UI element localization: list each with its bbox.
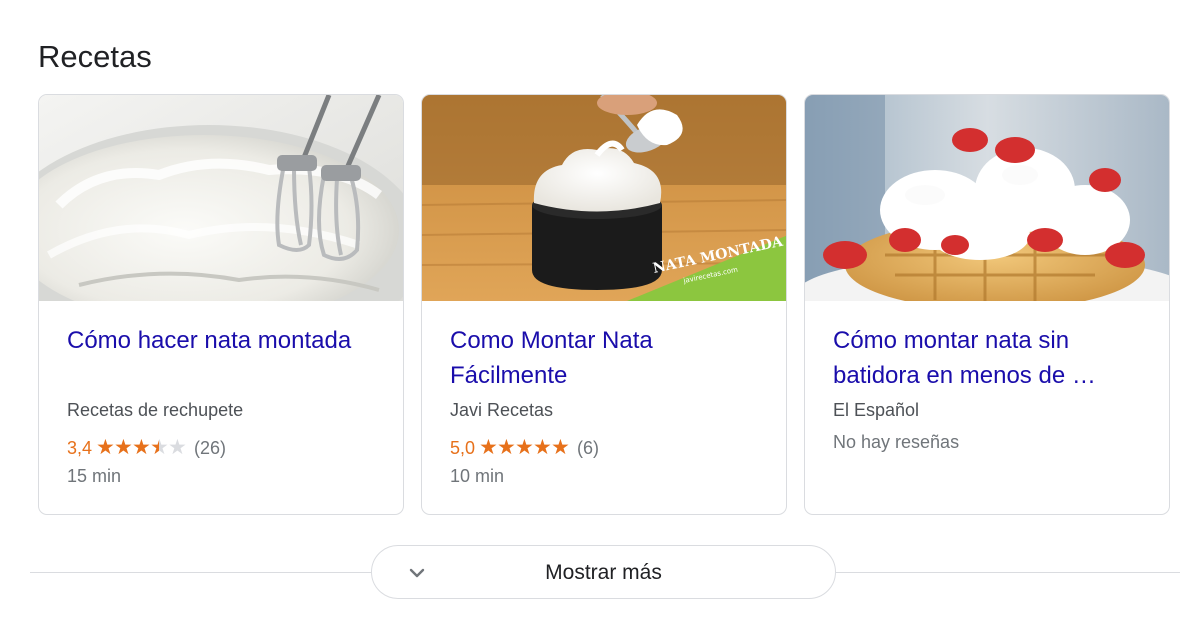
empty-star-icon: ★ <box>168 436 187 459</box>
review-count: (6) <box>577 438 600 458</box>
divider-left <box>30 572 372 573</box>
recipe-card-3[interactable]: Cómo montar nata sin batidora en menos d… <box>804 94 1170 515</box>
recipe-title-1[interactable]: Cómo hacer nata montada <box>67 323 385 358</box>
recipe-image-3[interactable] <box>805 95 1169 301</box>
no-reviews-label: No hay reseñas <box>833 432 960 452</box>
review-count: (26) <box>194 438 227 458</box>
recipe-rating-2: 5,0 ★ ★ ★ ★ ★ (6) <box>450 436 599 460</box>
section-title: Recetas <box>38 39 152 74</box>
recipe-source-1: Recetas de rechupete <box>67 400 244 420</box>
show-more-button[interactable]: Mostrar más <box>371 545 836 599</box>
recipe-image-1[interactable] <box>39 95 403 301</box>
divider-right <box>836 572 1180 573</box>
star-icon: ★ <box>132 436 151 459</box>
recipe-card-1[interactable]: Cómo hacer nata montada Recetas de rechu… <box>38 94 404 515</box>
star-icon: ★ <box>497 436 516 459</box>
recipe-source-2: Javi Recetas <box>450 400 554 420</box>
recipe-source-3: El Español <box>833 400 920 420</box>
recipe-card-2[interactable]: NATA MONTADA javirecetas.com Como Montar… <box>421 94 787 515</box>
star-rating: ★ ★ ★ ★ ★ <box>96 436 187 460</box>
recipe-rating-1: 3,4 ★ ★ ★ ★ ★ (26) <box>67 436 226 460</box>
star-icon: ★ <box>479 436 498 459</box>
recipe-title-3[interactable]: Cómo montar nata sin batidora en menos d… <box>833 323 1151 393</box>
recipe-time-1: 15 min <box>67 466 122 486</box>
recipe-image-2[interactable]: NATA MONTADA javirecetas.com <box>422 95 786 301</box>
star-icon: ★ <box>551 436 570 459</box>
star-icon: ★ <box>515 436 534 459</box>
recipe-time-2: 10 min <box>450 466 505 486</box>
half-star-icon: ★ <box>150 436 169 459</box>
star-icon: ★ <box>96 436 115 459</box>
star-icon: ★ <box>533 436 552 459</box>
show-more-label: Mostrar más <box>545 561 662 584</box>
rating-value: 5,0 <box>450 438 476 458</box>
recipe-title-2[interactable]: Como Montar Nata Fácilmente <box>450 323 768 393</box>
star-icon: ★ <box>114 436 133 459</box>
star-rating: ★ ★ ★ ★ ★ <box>479 436 570 460</box>
rating-value: 3,4 <box>67 438 93 458</box>
